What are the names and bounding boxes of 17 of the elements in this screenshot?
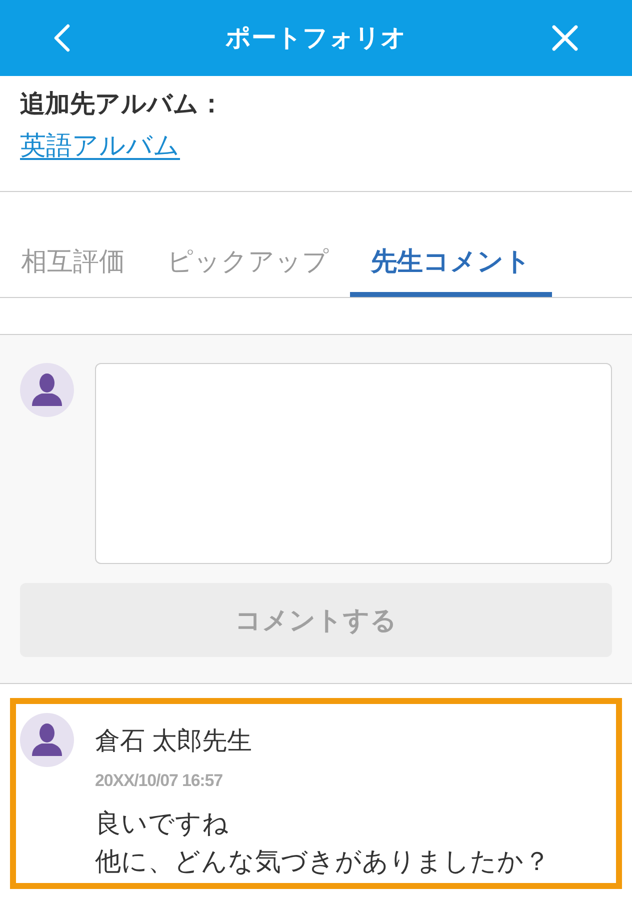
back-button[interactable] bbox=[53, 24, 71, 52]
tab[interactable]: ピックアップ bbox=[146, 232, 350, 297]
comment-line: 良いですね bbox=[95, 807, 229, 840]
page-title: ポートフォリオ bbox=[226, 23, 406, 54]
author-name: 倉石 太郎先生 bbox=[95, 726, 252, 757]
album-link[interactable]: 英語アルバム bbox=[20, 128, 180, 162]
close-icon bbox=[552, 25, 578, 51]
album-label: 追加先アルバム： bbox=[20, 89, 224, 120]
avatar-icon bbox=[20, 713, 74, 767]
back-chevron-icon bbox=[53, 24, 71, 52]
tab[interactable]: 相互評価 bbox=[0, 232, 146, 297]
tab[interactable]: 先生コメント bbox=[350, 232, 552, 297]
comment-line: 他に、どんな気づきがありましたか？ bbox=[95, 845, 550, 878]
avatar-icon bbox=[20, 363, 74, 417]
comment-input[interactable] bbox=[95, 363, 612, 564]
close-button[interactable] bbox=[552, 25, 578, 51]
comment-time: 20XX/10/07 16:57 bbox=[95, 770, 222, 792]
